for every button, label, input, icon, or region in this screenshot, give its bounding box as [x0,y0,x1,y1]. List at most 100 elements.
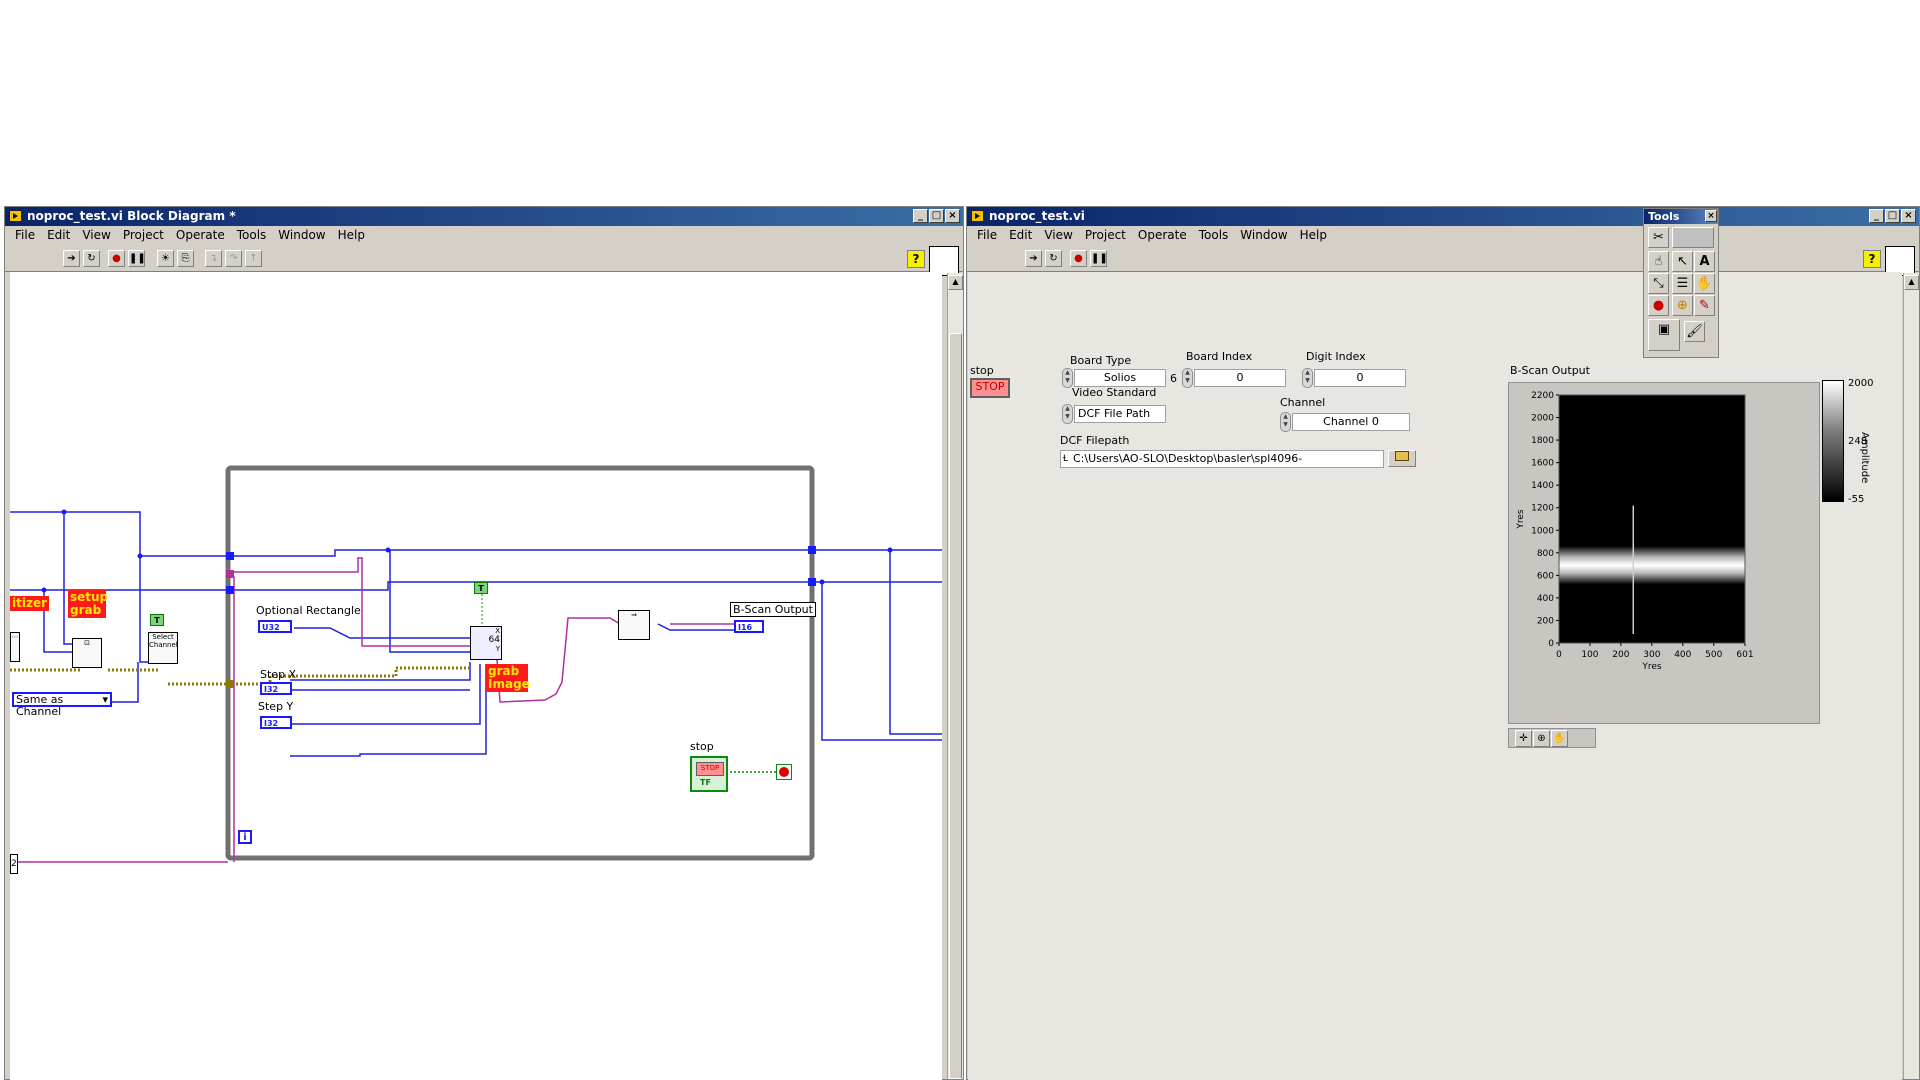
breakpoint-tool-icon[interactable]: ● [1648,295,1669,316]
video-standard-field[interactable]: DCF File Path [1074,405,1166,423]
menu-tools[interactable]: Tools [1193,226,1235,245]
step-over-icon[interactable]: ↷ [225,250,242,267]
menu-project[interactable]: Project [117,226,170,245]
intensity-graph[interactable]: 0 200 400 600 800 1000 1200 1400 1600 1800 2000 220… [1508,382,1820,724]
front-panel-scrollbar[interactable]: ▲ [1903,273,1919,1079]
edge-node[interactable]: ⋯ [10,632,20,662]
optional-rectangle-terminal[interactable]: U32 [258,620,292,633]
digit-index-field[interactable]: 0 [1314,369,1406,387]
scroll-thumb[interactable] [949,333,962,1079]
scroll-up-icon[interactable]: ▲ [948,275,963,290]
pause-icon[interactable]: ❚❚ [1090,250,1108,267]
digit-index-value: 0 [1356,371,1364,384]
menu-help[interactable]: Help [1294,226,1333,245]
run-continuous-icon[interactable]: ↻ [1045,250,1062,267]
pause-icon[interactable]: ❚❚ [128,250,146,267]
pan-hand-icon[interactable]: ✋ [1551,730,1568,747]
digit-index-spinner[interactable]: ▲ ▼ [1302,368,1313,388]
scroll-tool-icon[interactable]: ✋ [1694,273,1715,294]
board-type-field[interactable]: Solios [1074,369,1166,387]
step-out-icon[interactable]: ↑ [245,250,262,267]
zoom-icon[interactable]: ⊕ [1533,730,1550,747]
bscan-output-terminal[interactable]: I16 [734,620,764,633]
dcf-filepath-field[interactable]: Ɫ C:\Users\AO-SLO\Desktop\basler\spl4096… [1060,450,1384,468]
channel-label: Channel [1280,396,1326,409]
y-tick-label-11: 2200 [1531,391,1554,401]
colorbar[interactable] [1822,380,1844,502]
block-diagram-titlebar[interactable]: noproc_test.vi Block Diagram * _ □ × [5,207,963,226]
close-icon[interactable]: × [1705,210,1717,222]
minimize-icon[interactable]: _ [913,209,928,223]
menu-tools[interactable]: Tools [231,226,273,245]
stop-terminal[interactable]: STOP TF [690,756,728,792]
step-y-terminal[interactable]: I32 [260,716,292,729]
menu-help[interactable]: Help [332,226,371,245]
video-standard-spinner[interactable]: ▲ ▼ [1062,404,1073,424]
menu-view[interactable]: View [1038,226,1078,245]
menu-project[interactable]: Project [1079,226,1132,245]
stop-label: stop [690,740,714,753]
connect-wire-icon[interactable]: ⤡ [1648,273,1669,294]
channel-field[interactable]: Channel 0 [1292,413,1410,431]
color-brush-icon[interactable]: 🖌 [1684,321,1705,342]
abort-icon[interactable]: ● [1070,250,1087,267]
tools-palette-titlebar[interactable]: Tools × [1644,209,1718,224]
colorbar-label: Amplitude [1859,432,1870,484]
position-tool-icon[interactable]: ↖ [1672,251,1693,272]
run-arrow-icon[interactable]: ➔ [1025,250,1042,267]
front-panel-canvas[interactable]: stop STOP Board Type ▲ ▼ Solios 6 Board I… [968,272,1902,1080]
stop-button[interactable]: STOP [970,378,1010,398]
label-tool-icon[interactable]: A [1694,251,1715,272]
tunnel-refnum [226,680,234,688]
minimize-icon[interactable]: _ [1869,209,1884,223]
step-into-icon[interactable]: ↴ [205,250,222,267]
color-copy-icon[interactable]: ✎ [1694,295,1715,316]
front-panel-titlebar[interactable]: noproc_test.vi _ □ × [967,207,1919,226]
block-diagram-scrollbar[interactable]: ▲ [947,273,963,1079]
abort-icon[interactable]: ● [108,250,125,267]
loop-condition-icon[interactable] [776,764,792,780]
retain-wire-values-icon[interactable]: ⎘ [177,250,194,267]
menu-window[interactable]: Window [1234,226,1293,245]
select-channel-node[interactable]: Select Channel [148,632,178,664]
color-fill-icon[interactable]: ▣ [1648,319,1680,351]
menu-file[interactable]: File [971,226,1003,245]
step-x-terminal[interactable]: I32 [260,682,292,695]
menu-view[interactable]: View [76,226,116,245]
probe-tool-icon[interactable]: ⊕ [1672,295,1693,316]
close-icon[interactable]: × [1901,209,1916,223]
menu-edit[interactable]: Edit [1003,226,1038,245]
highlight-execution-icon[interactable]: ☀ [157,250,174,267]
same-as-channel-enum[interactable]: Same as Channel ▾ [12,692,112,718]
wire-int-6 [112,662,139,703]
menu-window[interactable]: Window [272,226,331,245]
menu-file[interactable]: File [9,226,41,245]
shortcut-menu-icon[interactable]: ☰ [1672,273,1693,294]
maximize-icon[interactable]: □ [1885,209,1900,223]
board-index-spinner[interactable]: ▲ ▼ [1182,368,1193,388]
maximize-icon[interactable]: □ [929,209,944,223]
convert-node[interactable]: ⇒ [618,610,650,640]
channel-spinner[interactable]: ▲ ▼ [1280,412,1291,432]
grab-image-node[interactable]: 64 X Y [470,626,502,660]
automatic-tool-icon[interactable]: ✂ [1648,227,1669,248]
board-index-field[interactable]: 0 [1194,369,1286,387]
menu-operate[interactable]: Operate [170,226,231,245]
true-constant-2[interactable]: T [474,582,488,594]
block-diagram-title: noproc_test.vi Block Diagram * [27,209,236,223]
run-arrow-icon[interactable]: ➔ [63,250,80,267]
browse-button[interactable] [1388,450,1416,467]
operate-tool-icon[interactable]: ☝ [1648,251,1669,272]
scroll-up-icon[interactable]: ▲ [1904,275,1919,290]
close-icon[interactable]: × [945,209,960,223]
crosshair-icon[interactable]: ✛ [1515,730,1532,747]
run-continuous-icon[interactable]: ↻ [83,250,100,267]
block-diagram-canvas[interactable]: itizer setup grab ⊡ ⋯ T Select Channel S… [10,272,942,1080]
true-constant-1[interactable]: T [150,614,164,626]
menu-operate[interactable]: Operate [1132,226,1193,245]
context-help-icon[interactable]: ? [907,250,925,268]
menu-edit[interactable]: Edit [41,226,76,245]
setup-grab-node[interactable]: ⊡ [72,638,102,668]
context-help-icon[interactable]: ? [1863,250,1881,268]
board-type-spinner[interactable]: ▲ ▼ [1062,368,1073,388]
